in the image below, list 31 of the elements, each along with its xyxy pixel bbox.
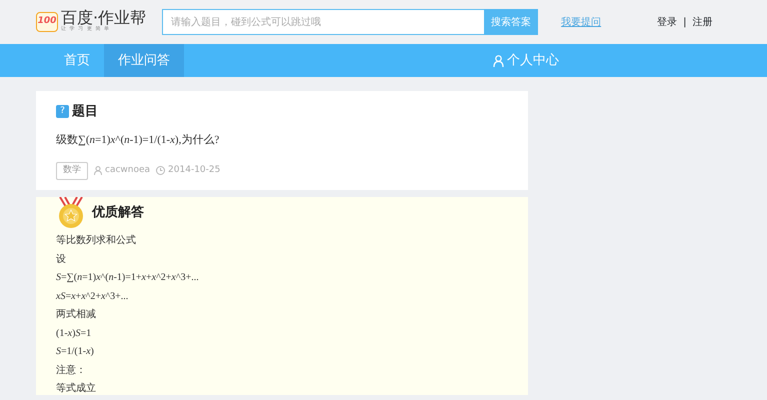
logo-icon: 100 xyxy=(36,12,58,32)
question-title: 题目 xyxy=(72,103,98,121)
nav-tab[interactable]: 首页 xyxy=(50,44,104,77)
logo-title: 百度·作业帮 xyxy=(61,10,146,26)
user-center-link[interactable]: 个人中心 xyxy=(479,44,573,77)
formula-line: S=1/(1-x) xyxy=(56,346,95,358)
author-name: cacwnoea xyxy=(105,164,150,177)
answer-text: 设 xyxy=(56,254,67,266)
register-link[interactable]: 注册 xyxy=(692,14,712,30)
user-icon xyxy=(493,54,504,66)
login-link[interactable]: 登录 xyxy=(657,14,678,30)
formula-line: (1-x)S=1 xyxy=(56,328,92,340)
separator-text: | xyxy=(683,16,686,30)
answer-text: 两式相减 xyxy=(56,309,97,321)
formula-line: xS=x+x^2+x^3+... xyxy=(56,290,130,302)
question-text: 级数∑(n=1)x^(n-1)=1/(1-x),为什么? xyxy=(56,132,220,148)
nav-tab[interactable]: 作业问答 xyxy=(104,44,184,77)
user-icon xyxy=(94,166,102,176)
post-date: 2014-10-25 xyxy=(168,164,220,177)
answer-text: 等比数列求和公式 xyxy=(56,235,137,247)
search-field[interactable]: 请输入题目，碰到公式可以跳过哦 xyxy=(162,9,484,35)
answer-text: 注意： xyxy=(56,364,87,376)
clock-icon xyxy=(156,166,166,176)
ask-question-link[interactable]: 我要提问 xyxy=(561,14,602,30)
medal-icon xyxy=(56,196,86,228)
subject-tag: 数学 xyxy=(56,162,88,180)
question-icon: ? xyxy=(56,105,69,118)
answer-title: 优质解答 xyxy=(92,204,144,222)
answer-text: 等式成立 xyxy=(56,383,97,395)
search-button[interactable]: 搜索答案 xyxy=(484,9,538,35)
formula-line: S=∑(n=1)x^(n-1)=1+x+x^2+x^3+... xyxy=(56,272,200,284)
